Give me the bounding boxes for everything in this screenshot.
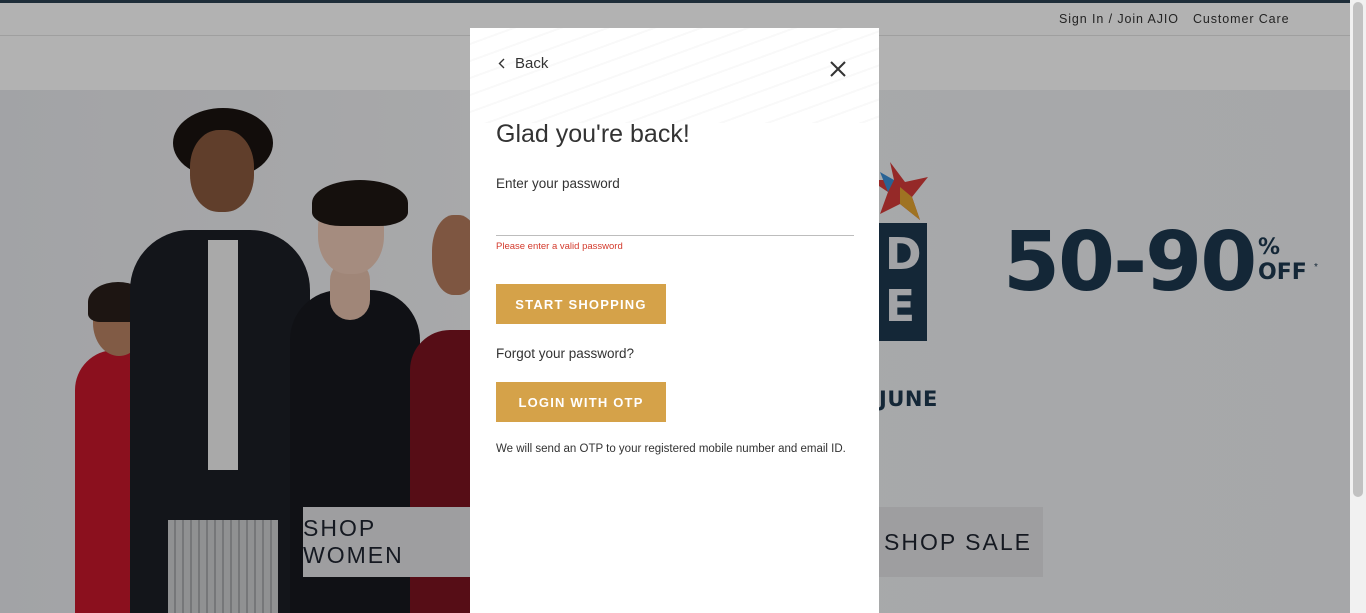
scrollbar-thumb[interactable]	[1353, 2, 1363, 497]
modal-header-pattern	[470, 28, 879, 123]
password-error-message: Please enter a valid password	[496, 241, 623, 252]
password-input[interactable]	[496, 208, 854, 236]
chevron-left-icon	[498, 58, 505, 69]
close-icon[interactable]	[828, 59, 848, 79]
login-password-modal: Back Glad you're back! Enter your passwo…	[470, 28, 879, 613]
back-label: Back	[515, 55, 549, 72]
page-scrollbar[interactable]	[1350, 0, 1366, 613]
back-button[interactable]: Back	[498, 55, 548, 72]
forgot-password-link[interactable]: Forgot your password?	[496, 346, 634, 361]
password-label: Enter your password	[496, 176, 620, 191]
modal-title: Glad you're back!	[496, 120, 690, 148]
start-shopping-button[interactable]: START SHOPPING	[496, 284, 666, 324]
otp-info-text: We will send an OTP to your registered m…	[496, 443, 846, 455]
login-with-otp-button[interactable]: LOGIN WITH OTP	[496, 382, 666, 422]
